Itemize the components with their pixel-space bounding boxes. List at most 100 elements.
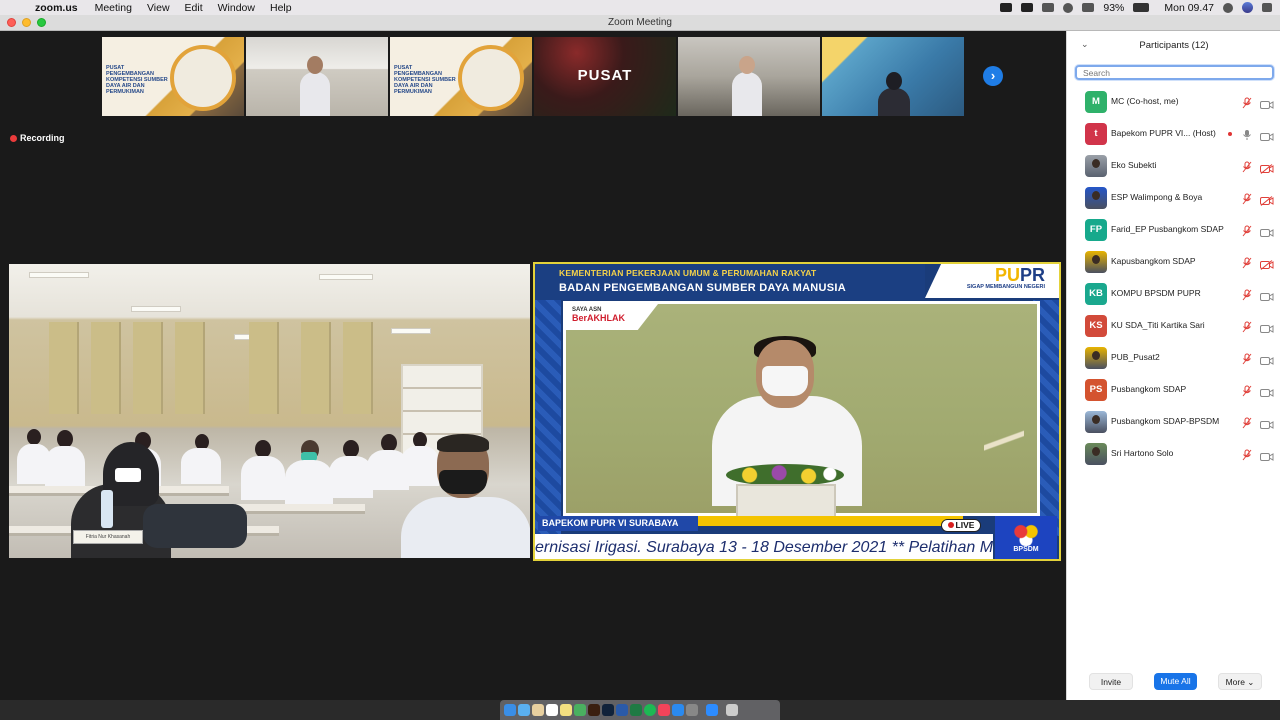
camera-status-icon[interactable]: [1000, 3, 1013, 12]
participant-row[interactable]: PUB_Pusat2: [1067, 342, 1280, 374]
live-badge: LIVE: [941, 519, 981, 532]
mic-muted-icon[interactable]: [1241, 256, 1253, 269]
display-icon[interactable]: [1082, 3, 1095, 12]
mic-muted-icon[interactable]: [1241, 96, 1253, 109]
spotify-icon[interactable]: [644, 704, 656, 716]
photos-icon[interactable]: [532, 704, 544, 716]
window-title-bar[interactable]: Zoom Meeting: [0, 15, 1280, 31]
word-icon[interactable]: [616, 704, 628, 716]
video-thumbnail[interactable]: PUSAT: [534, 37, 676, 116]
mic-muted-icon[interactable]: [1241, 224, 1253, 237]
camera-icon[interactable]: [1260, 417, 1274, 429]
excel-icon[interactable]: [630, 704, 642, 716]
camera-off-icon[interactable]: [1260, 193, 1274, 206]
participant-video-broadcast[interactable]: KEMENTERIAN PEKERJAAN UMUM & PERUMAHAN R…: [533, 262, 1061, 561]
clock[interactable]: Mon 09.47: [1164, 2, 1214, 14]
video-thumbnail[interactable]: [678, 37, 820, 116]
system-preferences-icon[interactable]: [686, 704, 698, 716]
participant-row[interactable]: t Bapekom PUPR VI... (Host): [1067, 118, 1280, 150]
menu-help[interactable]: Help: [270, 2, 292, 14]
illustrator-icon[interactable]: [588, 704, 600, 716]
video-thumbnail[interactable]: PUSAT PENGEMBANGAN KOMPETENSI SUMBER DAY…: [390, 37, 532, 116]
next-page-button[interactable]: ›: [983, 66, 1003, 86]
mic-icon[interactable]: [1241, 128, 1253, 140]
avatar: PS: [1085, 379, 1107, 401]
spotlight-search-icon[interactable]: [1223, 2, 1233, 13]
participant-row[interactable]: FP Farid_EP Pusbangkom SDAP: [1067, 214, 1280, 246]
user-account-icon[interactable]: [1242, 2, 1253, 13]
mic-muted-icon[interactable]: [1241, 352, 1253, 365]
camera-icon[interactable]: [1260, 289, 1274, 301]
participant-row[interactable]: Pusbangkom SDAP-BPSDM: [1067, 406, 1280, 438]
mic-muted-icon[interactable]: [1241, 416, 1253, 429]
foreground-person: [401, 434, 530, 558]
finder-icon[interactable]: [504, 704, 516, 716]
mic-muted-icon[interactable]: [1241, 320, 1253, 333]
menu-view[interactable]: View: [147, 2, 170, 14]
video-thumbnail[interactable]: [246, 37, 388, 116]
thumbnail-text: PUSAT PENGEMBANGAN KOMPETENSI SUMBER DAY…: [394, 65, 456, 95]
app-store-icon[interactable]: [672, 704, 684, 716]
participant-row[interactable]: Kapusbangkom SDAP: [1067, 246, 1280, 278]
video-thumbnail[interactable]: [822, 37, 964, 116]
participant-row[interactable]: KB KOMPU BPSDM PUPR: [1067, 278, 1280, 310]
camera-icon[interactable]: [1260, 353, 1274, 365]
mic-muted-icon[interactable]: [1241, 288, 1253, 301]
mic-muted-icon[interactable]: [1241, 448, 1253, 461]
notes-icon[interactable]: [560, 704, 572, 716]
participants-footer: Invite Mute All More ⌄: [1067, 669, 1280, 695]
zoom-icon[interactable]: [706, 704, 718, 716]
calendar-icon[interactable]: [546, 704, 558, 716]
thumbnail-text: PUSAT PENGEMBANGAN KOMPETENSI SUMBER DAY…: [106, 65, 168, 95]
participant-row[interactable]: Eko Subekti: [1067, 150, 1280, 182]
photoshop-icon[interactable]: [602, 704, 614, 716]
control-center-icon[interactable]: [1262, 3, 1272, 12]
participant-list: M MC (Co-host, me) t Bapekom PUPR VI... (Ho…: [1067, 86, 1280, 470]
avatar: [1085, 443, 1107, 465]
broadcast-stage: SAYA ASN BerAKHLAK: [563, 301, 1040, 518]
app-menu[interactable]: zoom.us: [35, 2, 78, 14]
screen-share-icon[interactable]: [1042, 3, 1055, 12]
zoom-status-icon[interactable]: [1021, 3, 1034, 12]
recording-dot-icon: [10, 134, 17, 142]
camera-off-icon[interactable]: [1260, 161, 1274, 174]
camera-icon[interactable]: [1260, 97, 1274, 109]
speaking-indicator-icon: [1228, 132, 1232, 136]
mic-muted-icon[interactable]: [1241, 384, 1253, 397]
maps-icon[interactable]: [574, 704, 586, 716]
participant-name: Kapusbangkom SDAP: [1111, 256, 1196, 266]
participant-row[interactable]: KS KU SDA_Titi Kartika Sari: [1067, 310, 1280, 342]
battery-icon[interactable]: [1133, 3, 1150, 12]
recording-indicator[interactable]: Recording: [10, 133, 65, 143]
mic-muted-icon[interactable]: [1241, 192, 1253, 205]
thumbnail-strip: PUSAT PENGEMBANGAN KOMPETENSI SUMBER DAY…: [102, 37, 964, 116]
camera-icon[interactable]: [1260, 321, 1274, 333]
camera-icon[interactable]: [1260, 385, 1274, 397]
participant-row[interactable]: Sri Hartono Solo: [1067, 438, 1280, 470]
safari-icon[interactable]: [518, 704, 530, 716]
wifi-icon[interactable]: [1063, 2, 1074, 13]
menu-window[interactable]: Window: [218, 2, 255, 14]
participant-search-input[interactable]: Search: [1075, 65, 1274, 80]
participant-row[interactable]: ESP Walimpong & Boya: [1067, 182, 1280, 214]
menu-meeting[interactable]: Meeting: [95, 2, 132, 14]
music-icon[interactable]: [658, 704, 670, 716]
menu-edit[interactable]: Edit: [185, 2, 203, 14]
participant-row[interactable]: PS Pusbangkom SDAP: [1067, 374, 1280, 406]
mute-all-button[interactable]: Mute All: [1154, 673, 1197, 690]
podium: [736, 484, 836, 518]
participant-video-classroom[interactable]: Fitria Nur Khasanah: [9, 264, 530, 558]
trash-icon[interactable]: [726, 704, 738, 716]
camera-icon[interactable]: [1260, 225, 1274, 237]
camera-off-icon[interactable]: [1260, 257, 1274, 270]
participant-row[interactable]: M MC (Co-host, me): [1067, 86, 1280, 118]
more-button[interactable]: More ⌄: [1218, 673, 1262, 690]
mic-muted-icon[interactable]: [1241, 160, 1253, 173]
camera-icon[interactable]: [1260, 129, 1274, 141]
camera-icon[interactable]: [1260, 449, 1274, 461]
video-thumbnail[interactable]: PUSAT PENGEMBANGAN KOMPETENSI SUMBER DAY…: [102, 37, 244, 116]
invite-button[interactable]: Invite: [1089, 673, 1133, 690]
desk-nameplate: Fitria Nur Khasanah: [73, 530, 143, 544]
dock: [500, 700, 780, 720]
participant-name: Eko Subekti: [1111, 160, 1157, 170]
